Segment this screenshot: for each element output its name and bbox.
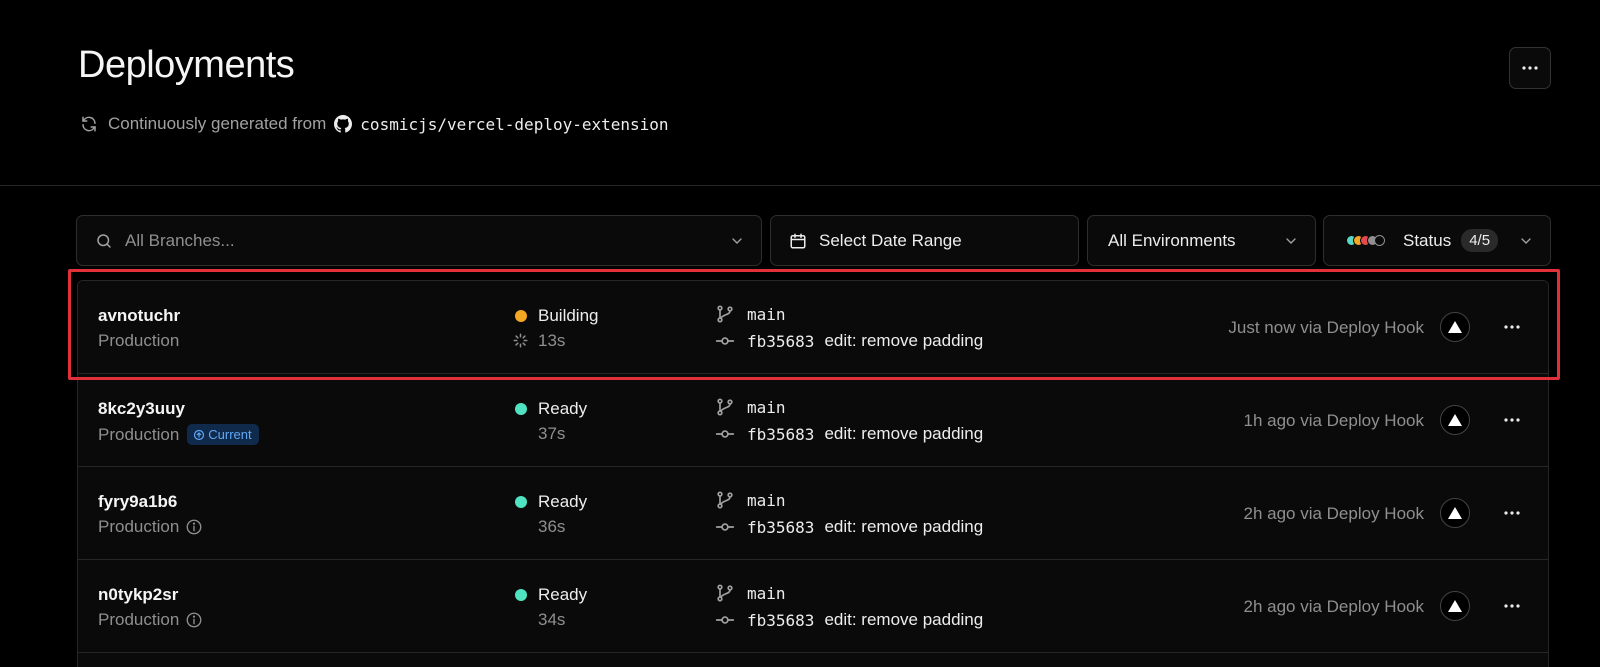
status-dot [515,403,527,415]
deployment-time: Just now via Deploy Hook [1228,318,1424,337]
deployment-time: 2h ago via Deploy Hook [1243,597,1424,616]
deployment-duration: 13s [538,331,566,350]
status-label: Status [1403,230,1452,250]
ellipsis-icon [1522,66,1538,70]
row-more-button[interactable] [1498,501,1526,525]
chevron-down-icon [729,233,745,249]
status-dot-canceled [1374,235,1385,246]
deployment-row-partial [78,653,1548,667]
deployment-branch[interactable]: main [715,583,786,603]
status-count-badge: 4/5 [1461,229,1499,252]
deployment-row[interactable]: avnotuchr Production Building 13s main f… [78,281,1548,374]
deployment-duration: 36s [538,517,566,536]
vercel-triangle-icon [1448,321,1462,333]
creator-avatar[interactable] [1440,312,1470,342]
deployment-row[interactable]: n0tykp2sr Production Ready 34s main fb35… [78,560,1548,653]
deployment-commit[interactable]: fb35683 edit: remove padding [715,424,983,444]
deployment-commit[interactable]: fb35683 edit: remove padding [715,517,983,537]
search-icon [95,232,113,250]
git-commit-icon [715,616,735,624]
branch-filter-placeholder: All Branches... [125,230,235,250]
deployment-id[interactable]: n0tykp2sr [98,585,178,605]
vercel-triangle-icon [1448,507,1462,519]
git-commit-icon [715,430,735,438]
status-dot [515,310,527,322]
more-options-button[interactable] [1509,47,1551,89]
deployment-row[interactable]: fyry9a1b6 Production Ready 36s main fb35… [78,467,1548,560]
git-commit-icon [715,523,735,531]
page-header: Deployments Continuously generated from … [0,0,1600,186]
status-filter[interactable]: Status 4/5 [1323,215,1551,266]
deployment-branch[interactable]: main [715,490,786,510]
info-icon[interactable] [185,518,203,536]
ellipsis-icon [1504,418,1520,422]
deployment-environment: Production [98,517,203,537]
deployment-time: 1h ago via Deploy Hook [1243,411,1424,430]
deployment-status: Ready [515,492,587,512]
current-badge: Current [187,424,259,445]
vercel-triangle-icon [1448,414,1462,426]
deployment-list: avnotuchr Production Building 13s main f… [77,280,1549,667]
sync-icon [80,115,98,133]
git-branch-icon [717,305,733,323]
chevron-down-icon [1518,233,1534,249]
vercel-triangle-icon [1448,600,1462,612]
arrow-up-circle-icon [194,429,205,440]
creator-avatar[interactable] [1440,591,1470,621]
git-commit-icon [715,337,735,345]
deployment-id[interactable]: fyry9a1b6 [98,492,177,512]
status-dot [515,589,527,601]
row-more-button[interactable] [1498,408,1526,432]
repo-link[interactable]: cosmicjs/vercel-deploy-extension [360,115,668,134]
status-dot [515,496,527,508]
page-title: Deployments [78,44,295,86]
deployment-time: 2h ago via Deploy Hook [1243,504,1424,523]
deployment-status: Building [515,306,599,326]
branch-filter[interactable]: All Branches... [76,215,762,266]
deployment-environment: Production [98,331,180,350]
deployment-branch[interactable]: main [715,397,786,417]
deployment-id[interactable]: 8kc2y3uuy [98,399,185,419]
git-branch-icon [717,584,733,602]
git-branch-icon [717,491,733,509]
ellipsis-icon [1504,604,1520,608]
calendar-icon [789,232,807,250]
ellipsis-icon [1504,325,1520,329]
environment-filter[interactable]: All Environments [1087,215,1316,266]
deployment-status: Ready [515,399,587,419]
info-icon[interactable] [185,611,203,629]
deployment-commit[interactable]: fb35683 edit: remove padding [715,331,983,351]
row-more-button[interactable] [1498,594,1526,618]
deployment-branch[interactable]: main [715,304,786,324]
spinner-icon [513,333,528,348]
deployment-duration: 34s [538,610,566,629]
deployment-environment: Production Current [98,424,259,445]
date-range-filter[interactable]: Select Date Range [770,215,1079,266]
deployment-duration: 37s [538,424,566,443]
row-more-button[interactable] [1498,315,1526,339]
deployment-id[interactable]: avnotuchr [98,306,180,326]
github-icon [334,115,353,133]
source-info: Continuously generated from cosmicjs/ver… [80,114,669,134]
chevron-down-icon [1283,233,1299,249]
deployment-status: Ready [515,585,587,605]
ellipsis-icon [1504,511,1520,515]
source-label: Continuously generated from [108,114,327,133]
deployment-commit[interactable]: fb35683 edit: remove padding [715,610,983,630]
environment-label: All Environments [1108,230,1236,250]
date-range-label: Select Date Range [819,230,962,250]
git-branch-icon [717,398,733,416]
creator-avatar[interactable] [1440,405,1470,435]
deployment-environment: Production [98,610,203,630]
creator-avatar[interactable] [1440,498,1470,528]
deployment-row[interactable]: 8kc2y3uuy Production Current Ready 37s m… [78,374,1548,467]
status-dots [1346,235,1385,246]
